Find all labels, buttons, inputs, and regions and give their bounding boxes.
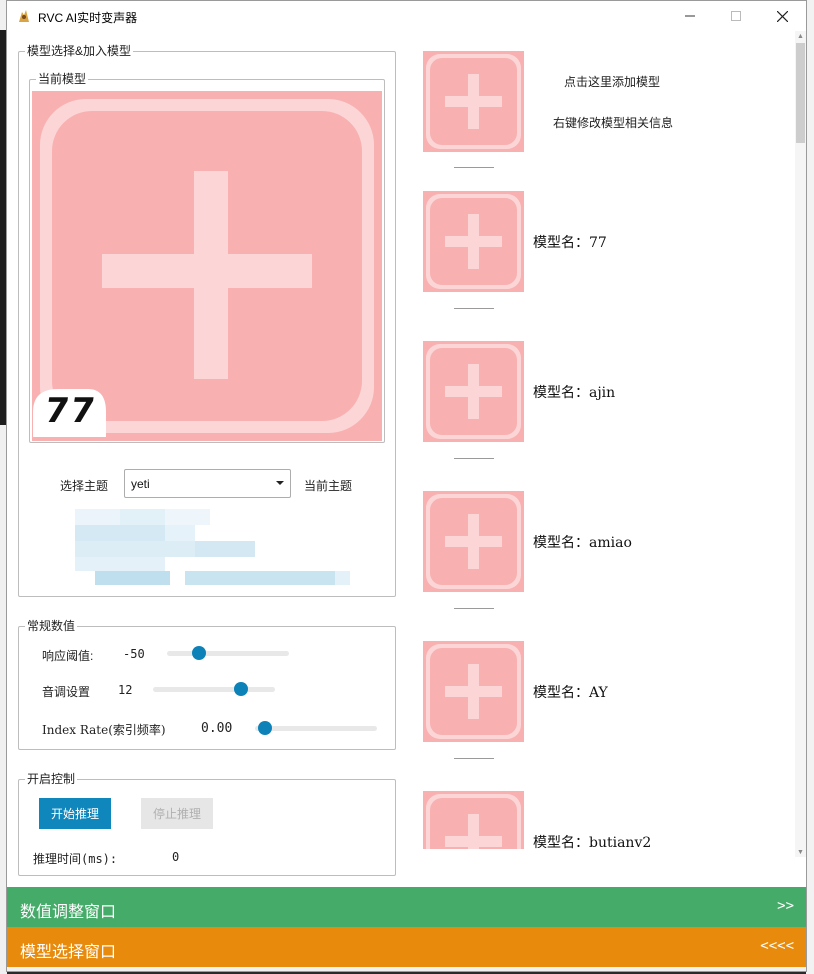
model-divider	[454, 308, 494, 309]
desktop-background-right	[806, 0, 814, 974]
model-list-scrollbar[interactable]: ▲ ▼	[795, 31, 806, 857]
params-window-bar[interactable]: 数值调整窗口 >>	[7, 887, 806, 927]
maximize-button[interactable]	[713, 1, 759, 31]
model-list: 点击这里添加模型 右键修改模型相关信息 模型名：77 模型名：ajin 模型名：…	[7, 31, 793, 849]
minimize-icon	[685, 15, 695, 17]
title-bar[interactable]: RVC AI实时变声器	[7, 1, 806, 31]
model-card-ay-avatar[interactable]	[423, 641, 524, 742]
model-name-ay[interactable]: 模型名：AY	[533, 682, 608, 702]
scroll-down-icon[interactable]: ▼	[796, 847, 805, 857]
window-title: RVC AI实时变声器	[38, 11, 138, 25]
model-divider	[454, 608, 494, 609]
model-name-amiao[interactable]: 模型名：amiao	[533, 532, 632, 552]
app-logo-icon	[19, 10, 29, 22]
model-divider	[454, 167, 494, 168]
collapse-arrow-icon: <<<<	[760, 938, 794, 954]
model-card-77-avatar[interactable]	[423, 191, 524, 292]
scroll-up-icon[interactable]: ▲	[796, 31, 805, 41]
model-window-label: 模型选择窗口	[20, 944, 117, 961]
params-window-label: 数值调整窗口	[20, 904, 117, 921]
close-button[interactable]	[759, 1, 805, 31]
inference-time-value: 0	[172, 850, 180, 864]
add-model-card[interactable]	[423, 51, 524, 152]
expand-arrow-icon: >>	[777, 898, 794, 914]
model-divider	[454, 758, 494, 759]
model-card-butianv2-avatar[interactable]	[423, 791, 524, 849]
inference-time-label: 推理时间(ms):	[33, 852, 118, 866]
minimize-button[interactable]	[667, 1, 713, 31]
scrollbar-thumb[interactable]	[796, 43, 805, 143]
model-window-bar[interactable]: 模型选择窗口 <<<<	[7, 927, 806, 967]
main-content: 模型选择&加入模型 当前模型 77 选择主题 yeti 当前主题 常规数值 响应…	[7, 31, 806, 967]
model-name-ajin[interactable]: 模型名：ajin	[533, 382, 615, 402]
maximize-icon	[731, 11, 741, 21]
model-card-ajin-avatar[interactable]	[423, 341, 524, 442]
edit-model-hint: 右键修改模型相关信息	[553, 116, 674, 130]
model-name-77[interactable]: 模型名：77	[533, 232, 607, 252]
model-card-amiao-avatar[interactable]	[423, 491, 524, 592]
add-model-hint[interactable]: 点击这里添加模型	[564, 73, 660, 90]
model-name-butianv2[interactable]: 模型名：butianv2	[533, 832, 651, 849]
app-window: RVC AI实时变声器 模型选择&加入模型 当前模型 77 选择主题 yeti …	[6, 0, 807, 972]
close-icon	[776, 10, 788, 22]
model-divider	[454, 458, 494, 459]
